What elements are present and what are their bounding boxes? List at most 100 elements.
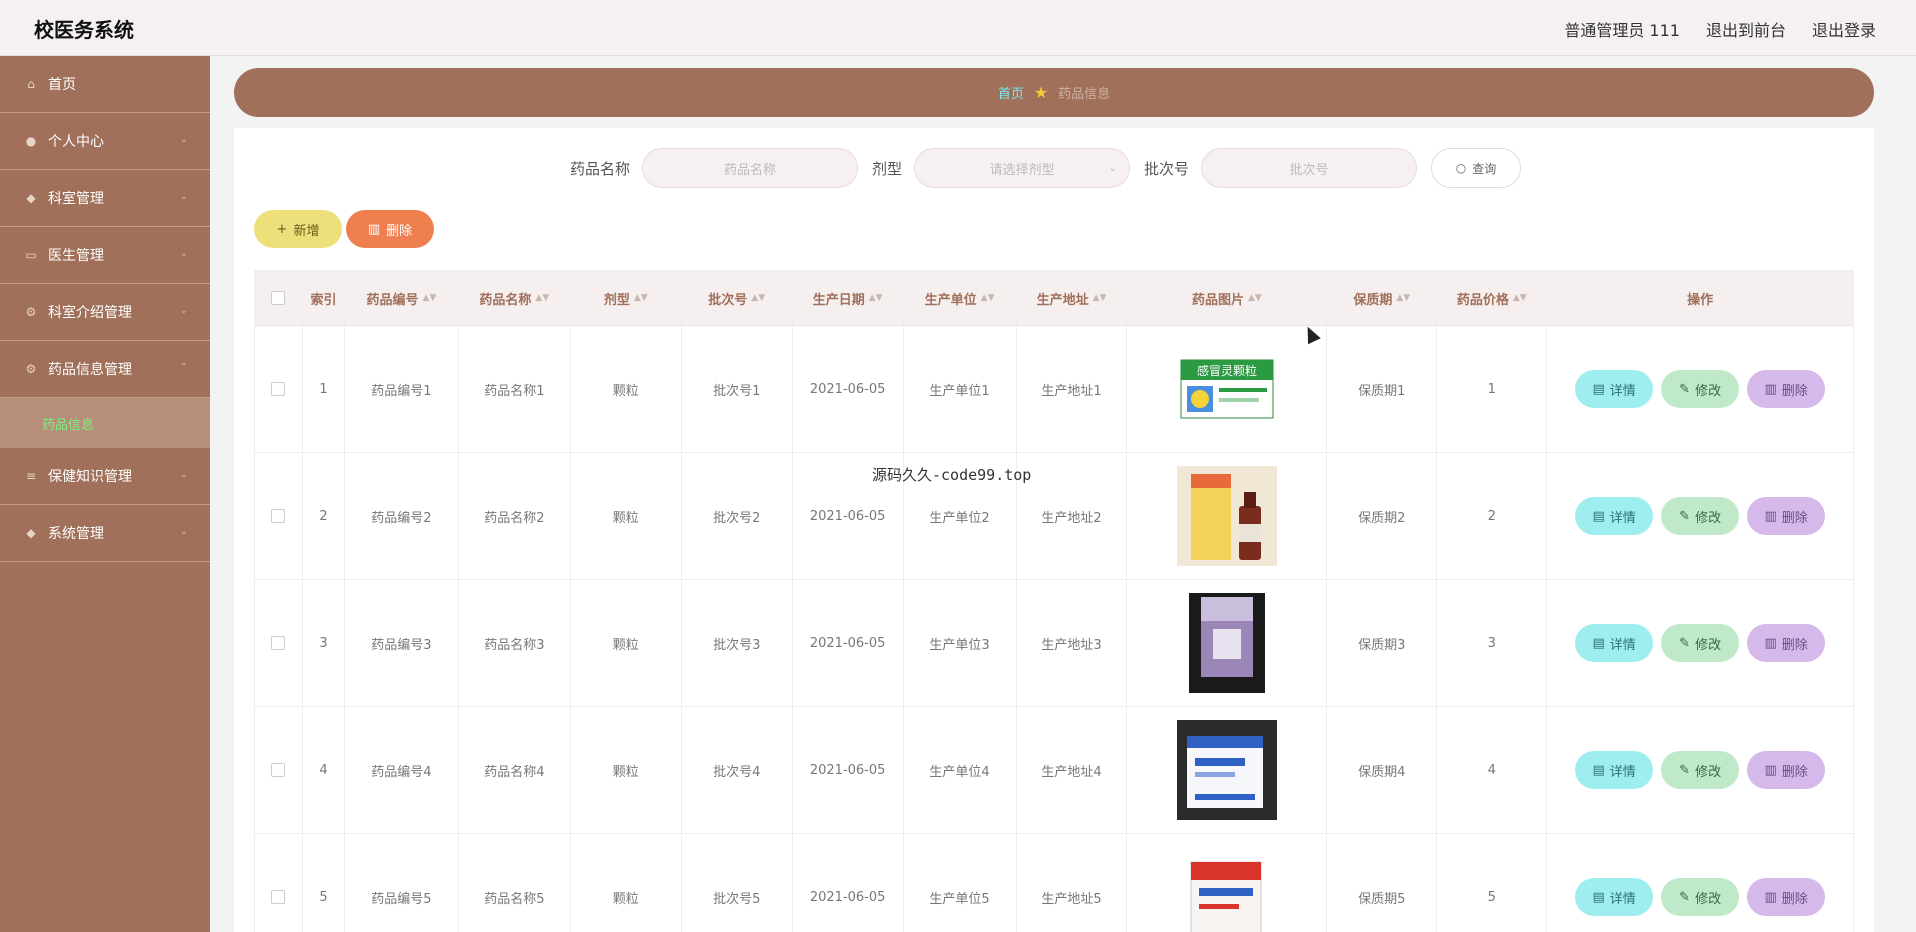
gear-icon: ⚙ xyxy=(25,362,37,376)
cell-name: 药品名称5 xyxy=(459,834,571,932)
top-bar: 校医务系统 普通管理员 111 退出到前台 退出登录 xyxy=(0,0,1916,56)
header-actions: 操作 xyxy=(1687,292,1714,308)
table-header: 索引 药品编号 ▲▼ 药品名称 ▲▼ 剂型 ▲▼ 批次号 ▲▼ 生产日期 ▲▼ 生产单位 ▲… xyxy=(255,271,1853,326)
chevron-up-icon: ⌃ xyxy=(179,362,188,373)
sidebar-item-home[interactable]: ⌂ 首页 xyxy=(0,56,210,113)
cell-actions: ▤ 详情 ✎ 修改 ▥ 删除 xyxy=(1547,453,1853,579)
row-checkbox[interactable] xyxy=(271,890,286,904)
name-search-input[interactable]: 药品名称 xyxy=(642,148,859,188)
header-price[interactable]: 药品价格 ▲▼ xyxy=(1437,271,1548,325)
sidebar-item-departments[interactable]: ◆ 科室管理 ⌄ xyxy=(0,170,210,227)
sidebar-item-health-knowledge[interactable]: ≡ 保健知识管理 ⌄ xyxy=(0,448,210,505)
cell-batch: 批次号2 xyxy=(682,453,793,579)
query-button[interactable]: ○ 查询 xyxy=(1431,148,1522,188)
pencil-icon: ✎ xyxy=(1679,635,1691,651)
edit-label: 修改 xyxy=(1695,510,1722,526)
sidebar-item-dept-intro[interactable]: ⚙ 科室介绍管理 ⌄ xyxy=(0,284,210,341)
plus-icon: + xyxy=(276,221,288,237)
breadcrumb-home[interactable]: 首页 xyxy=(998,83,1024,102)
type-select[interactable]: 请选择剂型 ⌄ xyxy=(914,148,1131,188)
delete-label: 删除 xyxy=(1781,510,1808,526)
cell-image xyxy=(1127,580,1328,706)
edit-button[interactable]: ✎ 修改 xyxy=(1661,497,1740,535)
document-icon: ▤ xyxy=(1592,635,1605,651)
sidebar-item-label: 首页 xyxy=(48,77,76,93)
drug-bottles xyxy=(1176,466,1277,566)
delete-button[interactable]: ▥ 删除 xyxy=(1747,751,1826,789)
sidebar-item-doctors[interactable]: ▭ 医生管理 ⌄ xyxy=(0,227,210,284)
drug-image xyxy=(1177,847,1277,932)
sidebar-item-label: 个人中心 xyxy=(48,134,104,150)
detail-button[interactable]: ▤ 详情 xyxy=(1575,751,1654,789)
header-image[interactable]: 药品图片 ▲▼ xyxy=(1127,271,1328,325)
batch-delete-button[interactable]: ▥ 删除 xyxy=(346,210,434,248)
user-icon: ● xyxy=(25,134,37,148)
delete-button[interactable]: ▥ 删除 xyxy=(1747,497,1826,535)
star-icon: ★ xyxy=(1033,83,1049,102)
document-icon: ▤ xyxy=(1592,762,1605,778)
sort-icon: ▲▼ xyxy=(751,293,766,303)
row-actions: ▤ 详情 ✎ 修改 ▥ 删除 xyxy=(1575,624,1826,662)
header-date[interactable]: 生产日期 ▲▼ xyxy=(793,271,904,325)
sidebar-item-label: 药品信息管理 xyxy=(48,362,132,378)
pencil-icon: ✎ xyxy=(1679,762,1691,778)
delete-label: 删除 xyxy=(1781,764,1808,780)
delete-button[interactable]: ▥ 删除 xyxy=(1747,878,1826,916)
detail-button[interactable]: ▤ 详情 xyxy=(1575,878,1654,916)
sort-icon: ▲▼ xyxy=(1247,293,1262,303)
row-checkbox[interactable] xyxy=(271,509,286,523)
cell-address: 生产地址5 xyxy=(1017,834,1128,932)
row-checkbox[interactable] xyxy=(271,636,286,650)
row-checkbox[interactable] xyxy=(271,763,286,777)
type-label: 剂型 xyxy=(872,159,903,178)
sort-icon: ▲▼ xyxy=(1512,293,1527,303)
type-placeholder: 请选择剂型 xyxy=(989,162,1055,178)
row-actions: ▤ 详情 ✎ 修改 ▥ 删除 xyxy=(1575,751,1826,789)
row-actions: ▤ 详情 ✎ 修改 ▥ 删除 xyxy=(1575,878,1826,916)
top-links: 普通管理员 111 退出到前台 退出登录 xyxy=(1564,17,1876,41)
sort-icon: ▲▼ xyxy=(1396,293,1411,303)
edit-button[interactable]: ✎ 修改 xyxy=(1661,624,1740,662)
toolbar: + 新增 ▥ 删除 xyxy=(254,210,434,248)
logout-link[interactable]: 退出登录 xyxy=(1812,17,1876,41)
select-all-checkbox[interactable] xyxy=(271,291,286,305)
sidebar-item-drug-info[interactable]: ⚙ 药品信息管理 ⌃ xyxy=(0,341,210,398)
delete-label: 删除 xyxy=(386,223,413,239)
breadcrumb-current: 药品信息 xyxy=(1058,87,1111,102)
cell-form: 颗粒 xyxy=(571,453,682,579)
header-form[interactable]: 剂型 ▲▼ xyxy=(571,271,682,325)
cell-shelf-life: 保质期2 xyxy=(1327,453,1438,579)
row-checkbox[interactable] xyxy=(271,382,286,396)
batch-placeholder: 批次号 xyxy=(1289,162,1329,178)
sidebar-item-profile[interactable]: ● 个人中心 ⌄ xyxy=(0,113,210,170)
chevron-down-icon: ⌄ xyxy=(179,305,188,316)
sidebar-item-system[interactable]: ◆ 系统管理 ⌄ xyxy=(0,505,210,562)
cell-shelf-life: 保质期3 xyxy=(1327,580,1438,706)
edit-button[interactable]: ✎ 修改 xyxy=(1661,370,1740,408)
delete-button[interactable]: ▥ 删除 xyxy=(1747,624,1826,662)
batch-search-input[interactable]: 批次号 xyxy=(1201,148,1418,188)
cell-image: 感冒灵颗粒 xyxy=(1127,326,1328,452)
row-actions: ▤ 详情 ✎ 修改 ▥ 删除 xyxy=(1575,370,1826,408)
edit-button[interactable]: ✎ 修改 xyxy=(1661,751,1740,789)
chevron-down-icon: ⌄ xyxy=(179,134,188,145)
header-unit[interactable]: 生产单位 ▲▼ xyxy=(904,271,1017,325)
header-batch[interactable]: 批次号 ▲▼ xyxy=(682,271,793,325)
header-address[interactable]: 生产地址 ▲▼ xyxy=(1017,271,1128,325)
header-shelf-life[interactable]: 保质期 ▲▼ xyxy=(1327,271,1438,325)
gear-icon: ⚙ xyxy=(25,305,37,319)
header-code[interactable]: 药品编号 ▲▼ xyxy=(345,271,459,325)
edit-button[interactable]: ✎ 修改 xyxy=(1661,878,1740,916)
cell-unit: 生产单位3 xyxy=(904,580,1017,706)
sidebar-subitem-drug-info[interactable]: 药品信息 xyxy=(0,398,210,448)
sidebar-item-label: 系统管理 xyxy=(48,526,104,542)
detail-button[interactable]: ▤ 详情 xyxy=(1575,370,1654,408)
exit-to-front-link[interactable]: 退出到前台 xyxy=(1706,17,1786,41)
detail-button[interactable]: ▤ 详情 xyxy=(1575,497,1654,535)
delete-button[interactable]: ▥ 删除 xyxy=(1747,370,1826,408)
header-name[interactable]: 药品名称 ▲▼ xyxy=(459,271,571,325)
add-button[interactable]: + 新增 xyxy=(254,210,342,248)
cell-actions: ▤ 详情 ✎ 修改 ▥ 删除 xyxy=(1547,326,1853,452)
cell-index: 5 xyxy=(303,834,345,932)
detail-button[interactable]: ▤ 详情 xyxy=(1575,624,1654,662)
